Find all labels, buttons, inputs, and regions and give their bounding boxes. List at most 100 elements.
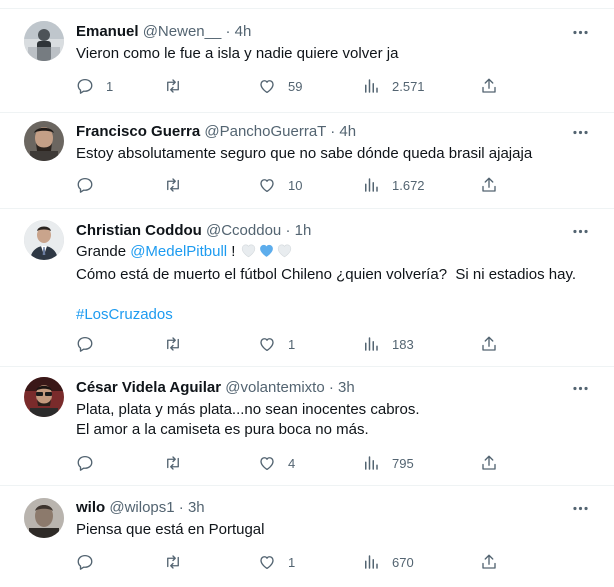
tweet-text: Vieron como le fue a isla y nadie quiere… <box>76 45 399 62</box>
like-button[interactable]: 1 <box>258 552 295 572</box>
reply-button[interactable] <box>76 453 106 473</box>
more-options-button[interactable] <box>570 221 590 241</box>
share-button[interactable] <box>480 175 498 195</box>
more-options-button[interactable] <box>570 22 590 42</box>
views-button[interactable]: 1.672 <box>362 175 425 195</box>
blue-heart-icon <box>259 244 273 257</box>
display-name[interactable]: César Videla Aguilar <box>76 379 221 396</box>
view-count: 2.571 <box>392 78 425 94</box>
emoji-group <box>240 242 294 265</box>
share-icon <box>482 78 496 93</box>
like-button[interactable]: 1 <box>258 334 295 354</box>
separator-dot: · <box>225 23 231 40</box>
views-button[interactable]: 183 <box>362 334 414 354</box>
views-button[interactable]: 2.571 <box>362 76 425 96</box>
separator-dot: · <box>285 222 291 239</box>
timestamp[interactable]: 4h <box>235 23 252 40</box>
tweet[interactable]: Emanuel @Newen__ · 4h Vieron como le fue… <box>0 10 614 113</box>
retweet-icon <box>167 555 179 569</box>
tweet-feed: Emanuel @Newen__ · 4h Vieron como le fue… <box>0 0 614 587</box>
display-name[interactable]: Francisco Guerra <box>76 123 200 140</box>
retweet-button[interactable] <box>164 76 194 96</box>
views-icon <box>365 456 378 470</box>
user-handle[interactable]: @wilops1 <box>109 499 174 516</box>
share-button[interactable] <box>480 453 498 473</box>
retweet-button[interactable] <box>164 552 194 572</box>
white-heart-icon <box>241 244 255 258</box>
views-icon <box>365 337 378 351</box>
avatar[interactable] <box>24 377 64 417</box>
tweet-actions: 4 795 <box>76 453 506 473</box>
like-icon <box>260 556 274 570</box>
more-options-button[interactable] <box>570 378 590 398</box>
timestamp[interactable]: 3h <box>188 499 205 516</box>
share-button[interactable] <box>480 334 498 354</box>
share-icon <box>482 336 496 351</box>
like-button[interactable]: 59 <box>258 76 302 96</box>
like-button[interactable]: 4 <box>258 453 295 473</box>
tweet-actions: 1 59 2.571 <box>76 76 506 96</box>
tweet-actions: 1 183 <box>76 334 506 354</box>
tweet[interactable]: Christian Coddou @Ccoddou · 1h Grande @M… <box>0 209 614 367</box>
like-count: 1 <box>288 554 296 570</box>
more-options-button[interactable] <box>570 122 590 142</box>
reply-button[interactable] <box>76 334 106 354</box>
view-count: 183 <box>392 336 414 352</box>
tweet-text: Grande @MedelPitbull ! Cómo está de muer… <box>76 242 596 325</box>
tweet-header: César Videla Aguilar @volantemixto · 3h <box>76 378 355 398</box>
reply-icon <box>77 455 93 471</box>
more-icon <box>572 30 588 34</box>
more-icon <box>572 386 588 390</box>
views-icon <box>365 178 378 192</box>
retweet-button[interactable] <box>164 334 194 354</box>
avatar[interactable] <box>24 121 64 161</box>
display-name[interactable]: wilo <box>76 499 105 516</box>
view-count: 795 <box>392 455 414 471</box>
more-icon <box>572 130 588 134</box>
like-count: 1 <box>288 336 296 352</box>
reply-button[interactable] <box>76 175 106 195</box>
tweet-text-line-1: Grande @MedelPitbull ! <box>76 242 596 265</box>
share-button[interactable] <box>480 76 498 96</box>
tweet-actions: 1 670 <box>76 552 506 572</box>
mention-link[interactable]: @MedelPitbull <box>130 243 227 260</box>
share-button[interactable] <box>480 552 498 572</box>
display-name[interactable]: Christian Coddou <box>76 222 202 239</box>
user-handle[interactable]: @Ccoddou <box>206 222 281 239</box>
like-button[interactable]: 10 <box>258 175 302 195</box>
like-icon <box>260 80 274 94</box>
display-name[interactable]: Emanuel <box>76 23 139 40</box>
more-icon <box>572 506 588 510</box>
like-icon <box>260 179 274 193</box>
view-count: 670 <box>392 554 414 570</box>
views-button[interactable]: 795 <box>362 453 414 473</box>
feed-top-divider <box>0 0 614 9</box>
retweet-button[interactable] <box>164 175 194 195</box>
view-count: 1.672 <box>392 177 425 193</box>
user-handle[interactable]: @volantemixto <box>225 379 324 396</box>
hashtag-link[interactable]: #LosCruzados <box>76 305 173 325</box>
text-segment: Grande <box>76 243 131 260</box>
avatar[interactable] <box>24 498 64 538</box>
timestamp[interactable]: 1h <box>295 222 312 239</box>
share-icon <box>482 455 496 470</box>
user-handle[interactable]: @PanchoGuerraT <box>204 123 326 140</box>
tweet[interactable]: Francisco Guerra @PanchoGuerraT · 4h Est… <box>0 113 614 209</box>
tweet-actions: 10 1.672 <box>76 175 506 195</box>
reply-button[interactable]: 1 <box>76 76 113 96</box>
retweet-icon <box>167 456 179 470</box>
avatar[interactable] <box>24 220 64 260</box>
tweet-header: Emanuel @Newen__ · 4h <box>76 22 251 42</box>
reply-button[interactable] <box>76 552 106 572</box>
separator-dot: · <box>328 379 334 396</box>
views-button[interactable]: 670 <box>362 552 414 572</box>
timestamp[interactable]: 3h <box>338 379 355 396</box>
user-handle[interactable]: @Newen__ <box>143 23 222 40</box>
avatar[interactable] <box>24 21 64 61</box>
retweet-button[interactable] <box>164 453 194 473</box>
timestamp[interactable]: 4h <box>339 123 356 140</box>
tweet[interactable]: César Videla Aguilar @volantemixto · 3h … <box>0 367 614 486</box>
more-options-button[interactable] <box>570 498 590 518</box>
tweet[interactable]: wilo @wilops1 · 3h Piensa que está en Po… <box>0 486 614 587</box>
retweet-icon <box>167 337 179 351</box>
